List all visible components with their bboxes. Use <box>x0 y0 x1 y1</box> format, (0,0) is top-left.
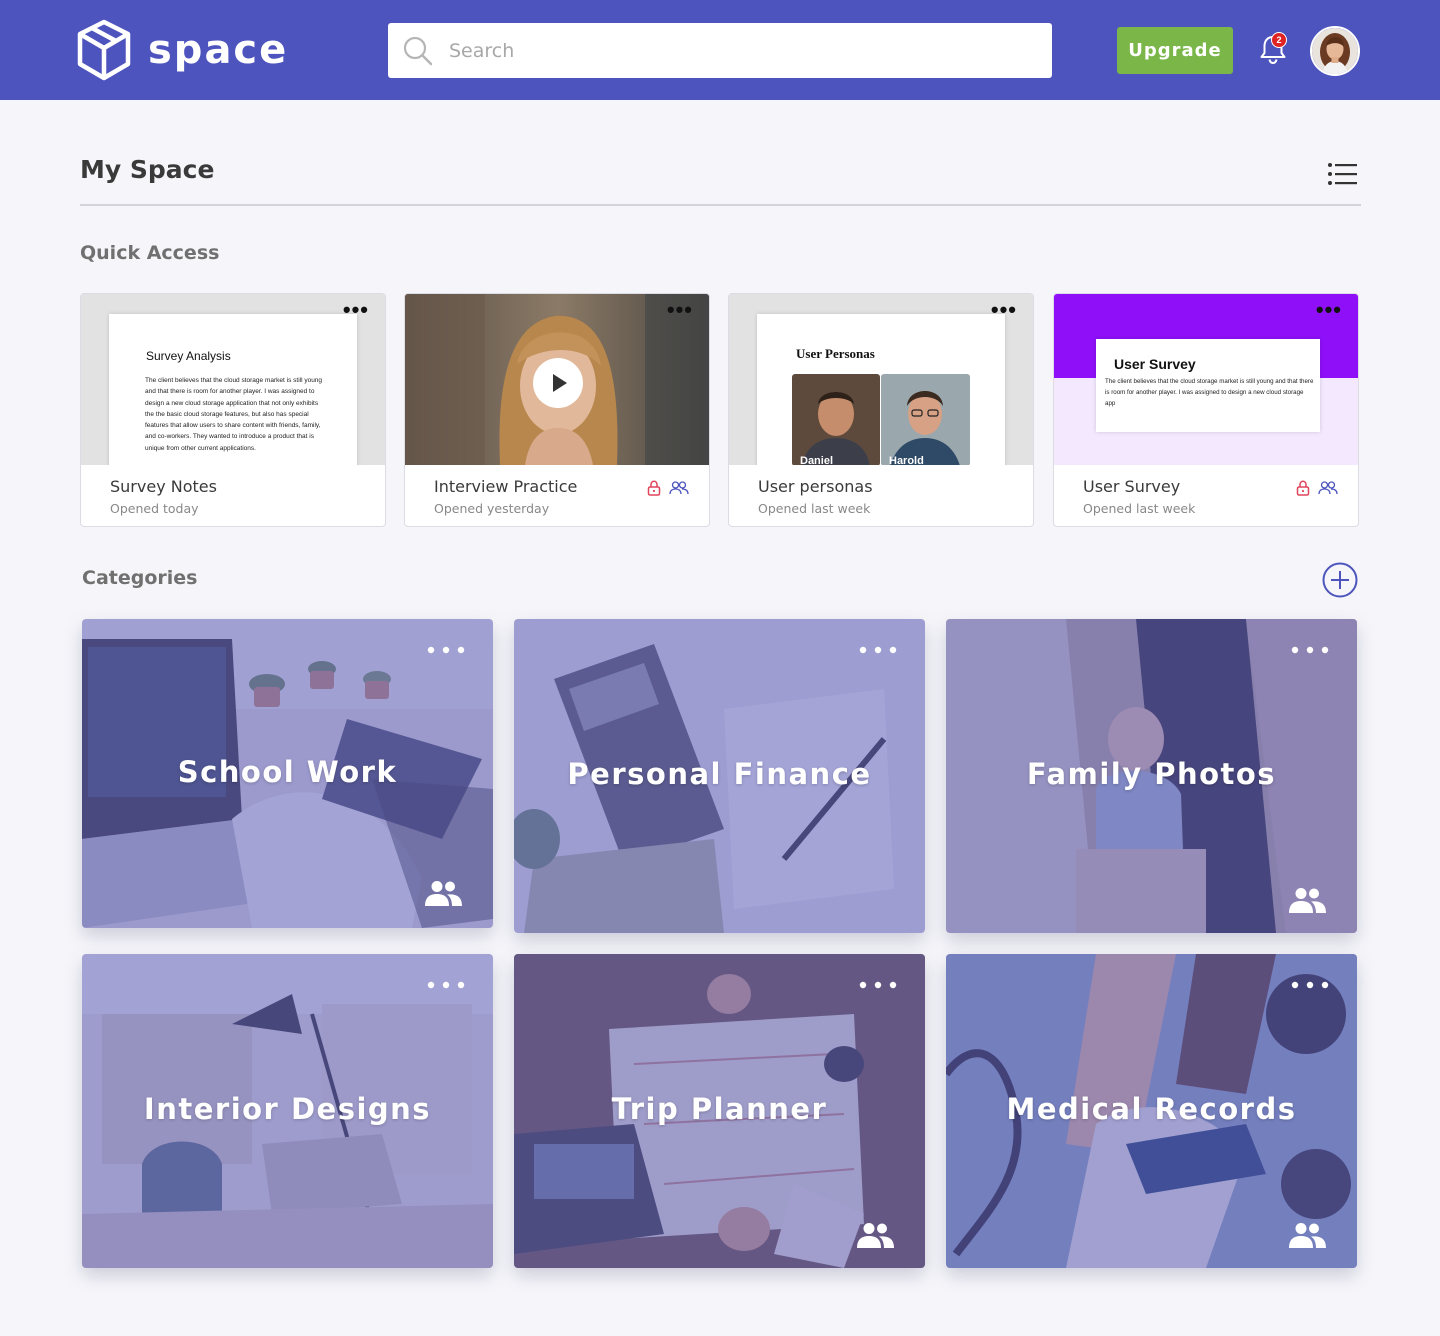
file-name: User personas <box>758 477 873 496</box>
notification-badge: 2 <box>1271 32 1287 48</box>
category-card-interior-designs[interactable]: Interior Designs <box>82 954 493 1268</box>
search-input[interactable] <box>449 39 1009 62</box>
category-card-trip-planner[interactable]: Trip Planner <box>514 954 925 1268</box>
category-title: Medical Records <box>1006 1092 1297 1126</box>
category-card-family-photos[interactable]: Family Photos <box>946 619 1357 933</box>
search-icon <box>403 36 433 65</box>
more-horizontal-icon[interactable] <box>859 645 897 655</box>
people-icon <box>857 1223 894 1248</box>
file-status-icons <box>647 480 689 496</box>
category-title: Family Photos <box>1026 757 1277 791</box>
persona-photos <box>792 374 970 465</box>
quick-access-card[interactable]: User Survey The client believes that the… <box>1053 293 1359 527</box>
category-card-personal-finance[interactable]: Personal Finance <box>514 619 925 933</box>
people-icon <box>1318 481 1338 495</box>
document-page: User Survey The client believes that the… <box>1096 339 1320 432</box>
document-thumbnail: User Survey The client believes that the… <box>1054 294 1358 465</box>
file-name: Interview Practice <box>434 477 578 496</box>
category-title: Interior Designs <box>143 1092 432 1126</box>
plus-circle-icon[interactable] <box>1322 562 1358 598</box>
quick-access-card[interactable]: ••• Interview Practice Opened yesterday <box>404 293 710 527</box>
lock-icon <box>647 480 661 496</box>
file-name: User Survey <box>1083 477 1181 496</box>
document-text: The client believes that the cloud stora… <box>145 377 323 452</box>
document-text: The client believes that the cloud stora… <box>1105 378 1314 407</box>
quick-access-heading: Quick Access <box>80 242 220 264</box>
search-bar[interactable] <box>388 23 1052 78</box>
file-opened-time: Opened last week <box>1083 501 1196 516</box>
document-page: User Personas Daniel Harold <box>757 314 1005 465</box>
categories-heading: Categories <box>82 567 198 589</box>
category-title: Personal Finance <box>567 757 872 791</box>
file-name: Survey Notes <box>110 477 217 496</box>
people-icon <box>669 481 689 495</box>
file-opened-time: Opened last week <box>758 501 871 516</box>
list-view-icon[interactable] <box>1327 160 1357 188</box>
top-bar: space Upgrade 2 <box>0 0 1440 100</box>
file-opened-time: Opened today <box>110 501 199 516</box>
title-divider <box>80 204 1361 206</box>
people-icon <box>1289 1223 1326 1248</box>
document-title: User Personas <box>796 346 875 361</box>
people-icon <box>1289 888 1326 913</box>
quick-access-card[interactable]: Survey Analysis The client believes that… <box>80 293 386 527</box>
category-card-medical-records[interactable]: Medical Records <box>946 954 1357 1268</box>
upgrade-button[interactable]: Upgrade <box>1117 27 1233 74</box>
document-page: Survey Analysis The client believes that… <box>109 314 357 465</box>
more-horizontal-icon[interactable] <box>1291 645 1329 655</box>
app-name: space <box>148 27 289 73</box>
more-horizontal-icon[interactable]: ••• <box>667 299 693 321</box>
persona-name: Daniel <box>800 455 834 465</box>
cube-logo-icon <box>77 19 131 81</box>
document-thumbnail: User Personas Daniel Harold <box>729 294 1033 465</box>
more-horizontal-icon[interactable]: ••• <box>1316 299 1342 321</box>
document-title: Survey Analysis <box>146 349 231 363</box>
file-status-icons <box>1296 480 1338 496</box>
people-icon <box>425 881 462 906</box>
category-title: Trip Planner <box>611 1092 828 1126</box>
category-card-school-work[interactable]: School Work <box>82 619 493 928</box>
more-horizontal-icon[interactable]: ••• <box>343 299 369 321</box>
user-avatar[interactable] <box>1310 26 1360 76</box>
lock-icon <box>1296 480 1310 496</box>
file-opened-time: Opened yesterday <box>434 501 550 516</box>
play-icon[interactable] <box>533 358 583 408</box>
page-title: My Space <box>80 155 215 184</box>
more-horizontal-icon[interactable]: ••• <box>991 299 1017 321</box>
quick-access-card[interactable]: User Personas Daniel Harold ••• User per… <box>728 293 1034 527</box>
document-thumbnail: Survey Analysis The client believes that… <box>81 294 385 465</box>
more-horizontal-icon[interactable] <box>1291 980 1329 990</box>
more-horizontal-icon[interactable] <box>427 980 465 990</box>
app-logo[interactable]: space <box>76 18 288 82</box>
video-thumbnail <box>405 294 709 465</box>
more-horizontal-icon[interactable] <box>859 980 897 990</box>
category-title: School Work <box>177 755 398 789</box>
avatar-image <box>1312 28 1358 74</box>
document-title: User Survey <box>1114 356 1196 372</box>
more-horizontal-icon[interactable] <box>427 645 465 655</box>
persona-name: Harold <box>889 455 924 465</box>
